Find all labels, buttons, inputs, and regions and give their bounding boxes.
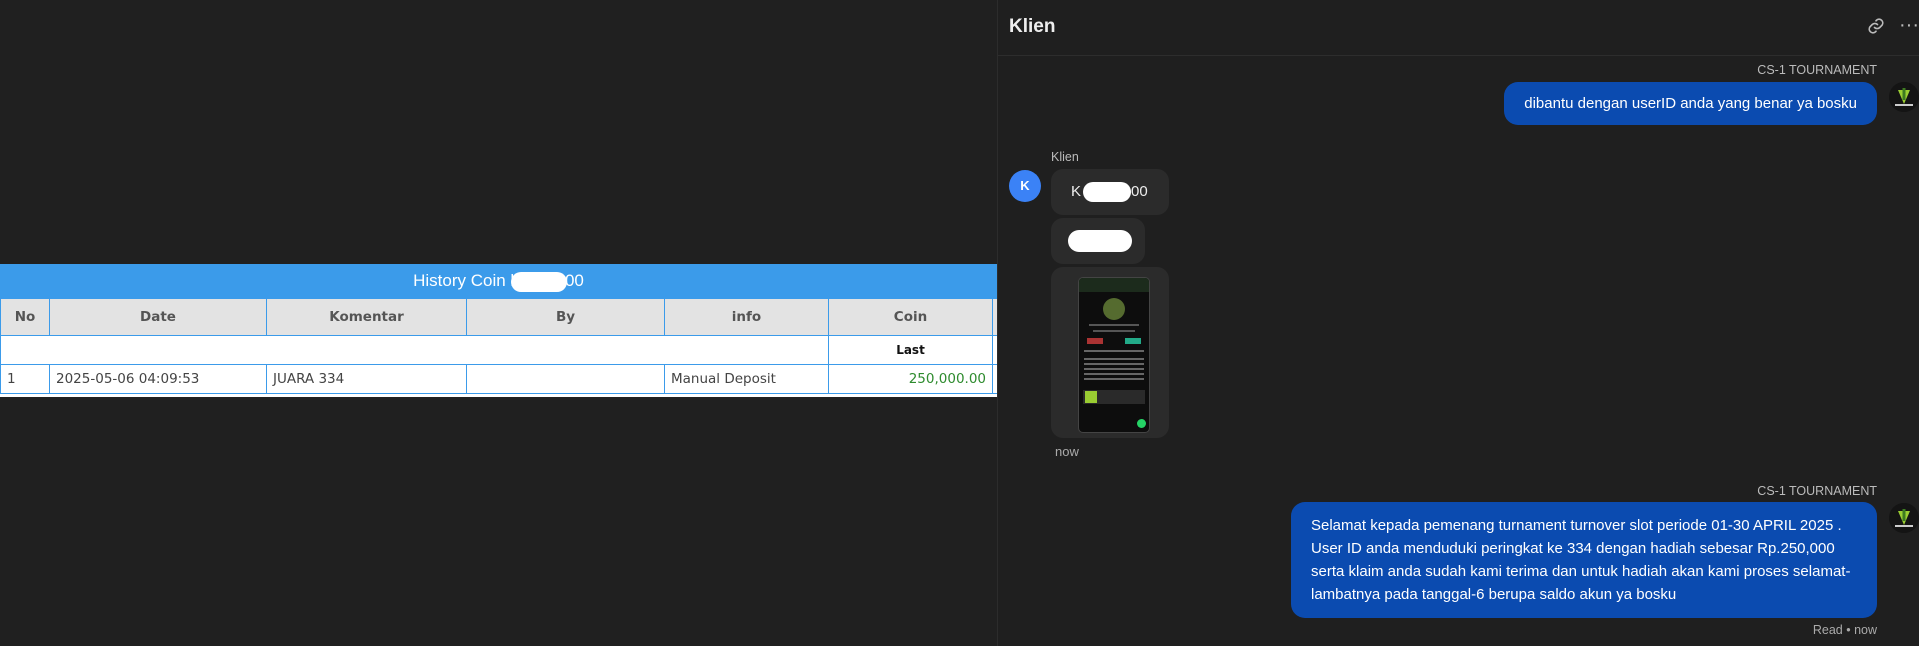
message-text: dibantu dengan userID anda yang benar ya…: [1524, 95, 1857, 112]
chat-header: Klien ···: [998, 0, 1919, 56]
message-sender: CS-1 TOURNAMENT: [1757, 484, 1877, 498]
col-info[interactable]: info: [664, 298, 829, 336]
cell-coin: 250,000.00: [828, 364, 993, 394]
col-date[interactable]: Date: [49, 298, 267, 336]
link-icon[interactable]: [1867, 17, 1885, 40]
message-time: now: [1055, 444, 1079, 459]
last-row: Last: [0, 335, 998, 365]
cell-date: 2025-05-06 04:09:53: [49, 364, 267, 394]
last-row-blank: [0, 335, 829, 365]
message-bubble[interactable]: K 00: [1051, 169, 1169, 215]
history-table: No Date Komentar By info Coin Last 1 202…: [0, 298, 998, 394]
redaction: [1083, 182, 1131, 202]
avatar[interactable]: K: [1009, 170, 1041, 202]
history-title: History Coin k 00: [0, 264, 997, 298]
history-title-text: History Coin k: [413, 271, 519, 290]
tournament-logo-icon: [1889, 503, 1919, 533]
image-attachment[interactable]: [1051, 267, 1169, 438]
message-sender: Klien: [1051, 150, 1079, 164]
history-title-suffix: 00: [564, 271, 584, 290]
read-status: Read • now: [1812, 623, 1877, 637]
last-label: Last: [828, 335, 993, 365]
cell-komentar: JUARA 334: [266, 364, 467, 394]
redaction: [1068, 230, 1132, 252]
chat-panel: Klien ··· CS-1 TOURNAMENT dibantu dengan…: [998, 0, 1919, 646]
tournament-logo-icon: [1889, 82, 1919, 112]
more-icon[interactable]: ···: [1899, 14, 1919, 37]
message-bubble[interactable]: dibantu dengan userID anda yang benar ya…: [1504, 82, 1877, 125]
screenshot-thumbnail: [1078, 277, 1150, 433]
message-sender: CS-1 TOURNAMENT: [1757, 63, 1877, 77]
cell-info: Manual Deposit: [664, 364, 829, 394]
cell-by: [466, 364, 665, 394]
col-no[interactable]: No: [0, 298, 50, 336]
redaction: [510, 271, 567, 292]
left-panel: History Coin k 00 No Date Komentar By inf…: [0, 0, 998, 646]
message-bubble[interactable]: [1051, 218, 1145, 264]
cell-no: 1: [0, 364, 50, 394]
col-by[interactable]: By: [466, 298, 665, 336]
chat-title: Klien: [1009, 16, 1056, 37]
table-row[interactable]: 1 2025-05-06 04:09:53 JUARA 334 Manual D…: [0, 364, 998, 394]
message-text: Selamat kepada pemenang turnament turnov…: [1311, 517, 1851, 603]
col-komentar[interactable]: Komentar: [266, 298, 467, 336]
history-coin-panel: History Coin k 00 No Date Komentar By inf…: [0, 264, 998, 397]
message-text-suffix: 00: [1131, 183, 1148, 200]
col-coin[interactable]: Coin: [828, 298, 993, 336]
message-text-prefix: K: [1071, 183, 1082, 200]
message-bubble[interactable]: Selamat kepada pemenang turnament turnov…: [1291, 502, 1877, 618]
table-header-row: No Date Komentar By info Coin: [0, 298, 998, 336]
